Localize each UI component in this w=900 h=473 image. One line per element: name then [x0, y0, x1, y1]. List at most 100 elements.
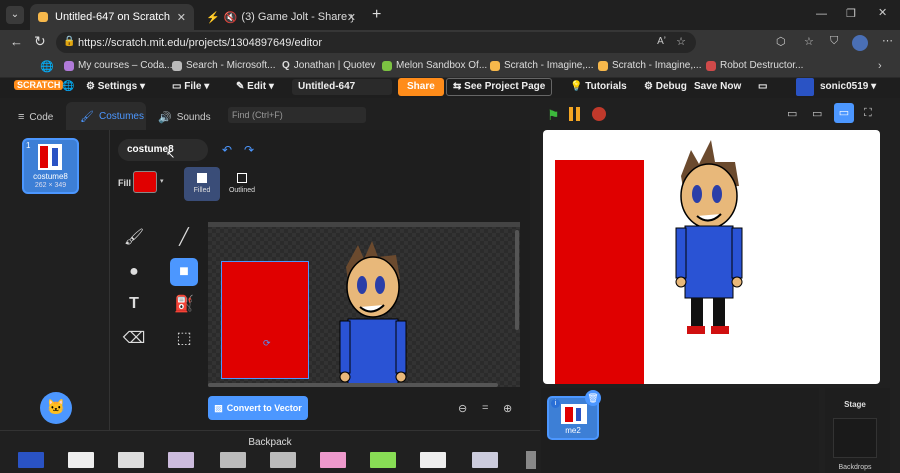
edit-menu[interactable]: ✎ Edit ▾ — [236, 81, 274, 92]
mute-icon[interactable]: 🔇 — [224, 11, 238, 24]
bookmarks-overflow-icon[interactable]: › — [878, 60, 882, 72]
save-now-button[interactable]: Save Now — [694, 81, 741, 92]
backpack-item[interactable] — [18, 452, 44, 468]
convert-to-vector-button[interactable]: ▨ Convert to Vector — [208, 396, 308, 420]
outlined-label: Outlined — [228, 187, 256, 194]
globe-menu-icon[interactable]: 🌐 — [62, 81, 74, 92]
my-stuff-icon[interactable]: ▭ — [758, 81, 767, 92]
close-tab-icon[interactable]: ✕ — [177, 11, 186, 24]
line-tool-icon[interactable]: ╱ — [170, 223, 198, 251]
filled-button[interactable]: Filled — [184, 167, 220, 201]
red-rectangle-shape[interactable] — [221, 261, 309, 379]
bookmark-item[interactable]: Q Jonathan | Quotev — [282, 60, 375, 71]
canvas-scrollbar-top[interactable] — [208, 222, 520, 227]
pause-icon[interactable] — [569, 107, 573, 121]
stop-icon[interactable] — [592, 107, 606, 121]
undo-icon[interactable]: ↶ — [222, 143, 232, 157]
character-sprite[interactable] — [338, 237, 408, 385]
more-icon[interactable]: ⋯ — [882, 34, 893, 47]
bookmark-item[interactable]: Scratch - Imagine,... — [598, 60, 701, 71]
outlined-button[interactable]: Outlined — [224, 167, 260, 201]
backpack-item[interactable] — [320, 452, 346, 468]
bookmark-item[interactable]: Melon Sandbox Of... — [382, 60, 487, 71]
new-tab-icon[interactable]: + — [372, 6, 381, 24]
see-project-page-button[interactable]: ⇆ See Project Page — [446, 78, 553, 96]
browser-tab[interactable]: ⚡ 🔇 (3) Game Jolt - Share your cre ✕ — [198, 4, 364, 30]
tab-sounds[interactable]: 🔊 Sounds — [158, 104, 211, 130]
fullscreen-icon[interactable]: ⛶ — [864, 107, 872, 120]
green-flag-icon[interactable]: ⚑ — [547, 107, 560, 124]
backpack-item[interactable] — [420, 452, 446, 468]
fill-dropdown-icon[interactable]: ▾ — [160, 177, 164, 185]
shield-icon[interactable]: ⛉ — [830, 35, 838, 48]
costume-name-input[interactable]: costume8 — [118, 139, 208, 161]
tutorials-link[interactable]: 💡 Tutorials — [570, 81, 627, 92]
tab-code[interactable]: ≡ Code — [18, 104, 53, 130]
rectangle-tool-icon[interactable]: ■ — [170, 258, 198, 286]
tab-costumes[interactable]: 🖌 Costumes — [66, 102, 146, 130]
browser-tab-active[interactable]: Untitled-647 on Scratch ✕ — [30, 4, 194, 30]
zoom-out-icon[interactable]: ⊖ — [458, 402, 467, 415]
favorite-star-icon[interactable]: ☆ — [676, 35, 686, 48]
console-icon[interactable]: ▭ — [787, 107, 797, 120]
bookmark-item[interactable]: Search - Microsoft... — [172, 60, 275, 71]
info-icon[interactable]: i — [551, 399, 560, 408]
backpack-item[interactable] — [118, 452, 144, 468]
url-input[interactable]: 🔒 https://scratch.mit.edu/projects/13048… — [56, 32, 696, 53]
backpack-item[interactable] — [68, 452, 94, 468]
stage-canvas[interactable] — [543, 130, 880, 384]
add-costume-button[interactable]: 🐱 — [40, 392, 72, 424]
circle-tool-icon[interactable]: ● — [120, 258, 148, 286]
zoom-reset-button[interactable]: = — [482, 402, 488, 414]
bookmark-item[interactable]: My courses – Coda... — [64, 60, 172, 71]
backpack-scrollbar[interactable] — [526, 451, 536, 469]
share-button[interactable]: Share — [398, 78, 444, 96]
username[interactable]: sonic0519 ▾ — [820, 81, 876, 92]
rotate-handle-icon[interactable]: ⟳ — [263, 338, 271, 349]
redo-icon[interactable]: ↷ — [244, 143, 254, 157]
tab-list-icon[interactable]: ⌄ — [6, 6, 24, 24]
brush-tool-icon[interactable]: 🖌 — [120, 223, 148, 251]
user-avatar[interactable] — [796, 78, 814, 96]
bookmark-item[interactable]: Scratch - Imagine,... — [490, 60, 593, 71]
refresh-icon[interactable]: ↻ — [34, 33, 46, 50]
backpack-item[interactable] — [270, 452, 296, 468]
backpack-item[interactable] — [168, 452, 194, 468]
globe-icon[interactable]: 🌐 — [40, 60, 54, 73]
small-stage-icon[interactable]: ▭ — [812, 107, 822, 120]
vertical-scrollbar[interactable] — [515, 230, 519, 330]
backpack-item[interactable] — [370, 452, 396, 468]
favorites-icon[interactable]: ☆ — [804, 35, 814, 48]
restore-icon[interactable]: ❐ — [846, 7, 856, 20]
settings-menu[interactable]: ⚙ Settings ▾ — [86, 81, 145, 92]
trash-icon[interactable]: 🗑 — [585, 390, 601, 406]
minimize-icon[interactable]: — — [816, 8, 827, 20]
fill-tool-icon[interactable]: ⛽ — [170, 290, 198, 318]
close-tab-icon[interactable]: ✕ — [347, 11, 356, 24]
file-menu[interactable]: ▭ File ▾ — [172, 81, 209, 92]
normal-stage-icon[interactable]: ▭ — [834, 103, 854, 123]
backpack-label[interactable]: Backpack — [0, 437, 540, 448]
stage-selector[interactable]: Stage Backdrops — [825, 388, 890, 473]
project-title-input[interactable]: Untitled-647 — [292, 79, 392, 95]
eraser-tool-icon[interactable]: ⌫ — [120, 324, 148, 352]
select-tool-icon[interactable]: ⬚ — [170, 324, 198, 352]
paint-canvas[interactable]: ⟳ — [208, 225, 520, 387]
zoom-in-icon[interactable]: ⊕ — [503, 402, 512, 415]
back-icon[interactable]: ← — [10, 34, 23, 49]
scratch-logo[interactable]: SCRATCH — [14, 80, 64, 90]
bookmark-item[interactable]: Robot Destructor... — [706, 60, 803, 71]
horizontal-scrollbar[interactable] — [208, 383, 498, 387]
debug-button[interactable]: ⚙ Debug — [644, 81, 687, 92]
costume-tile[interactable]: 1 costume8 262 × 349 — [22, 138, 79, 194]
close-window-icon[interactable]: ✕ — [878, 6, 887, 19]
text-tool-icon[interactable]: T — [120, 290, 148, 318]
fill-color-swatch[interactable] — [133, 171, 157, 193]
extensions-icon[interactable]: ⬡ — [776, 35, 786, 48]
stage-character-sprite[interactable] — [675, 140, 745, 340]
reader-mode-icon[interactable]: Aʼ — [657, 36, 666, 47]
backpack-item[interactable] — [220, 452, 246, 468]
find-input[interactable]: Find (Ctrl+F) — [228, 107, 366, 123]
profile-avatar[interactable] — [852, 35, 868, 51]
backpack-item[interactable] — [472, 452, 498, 468]
